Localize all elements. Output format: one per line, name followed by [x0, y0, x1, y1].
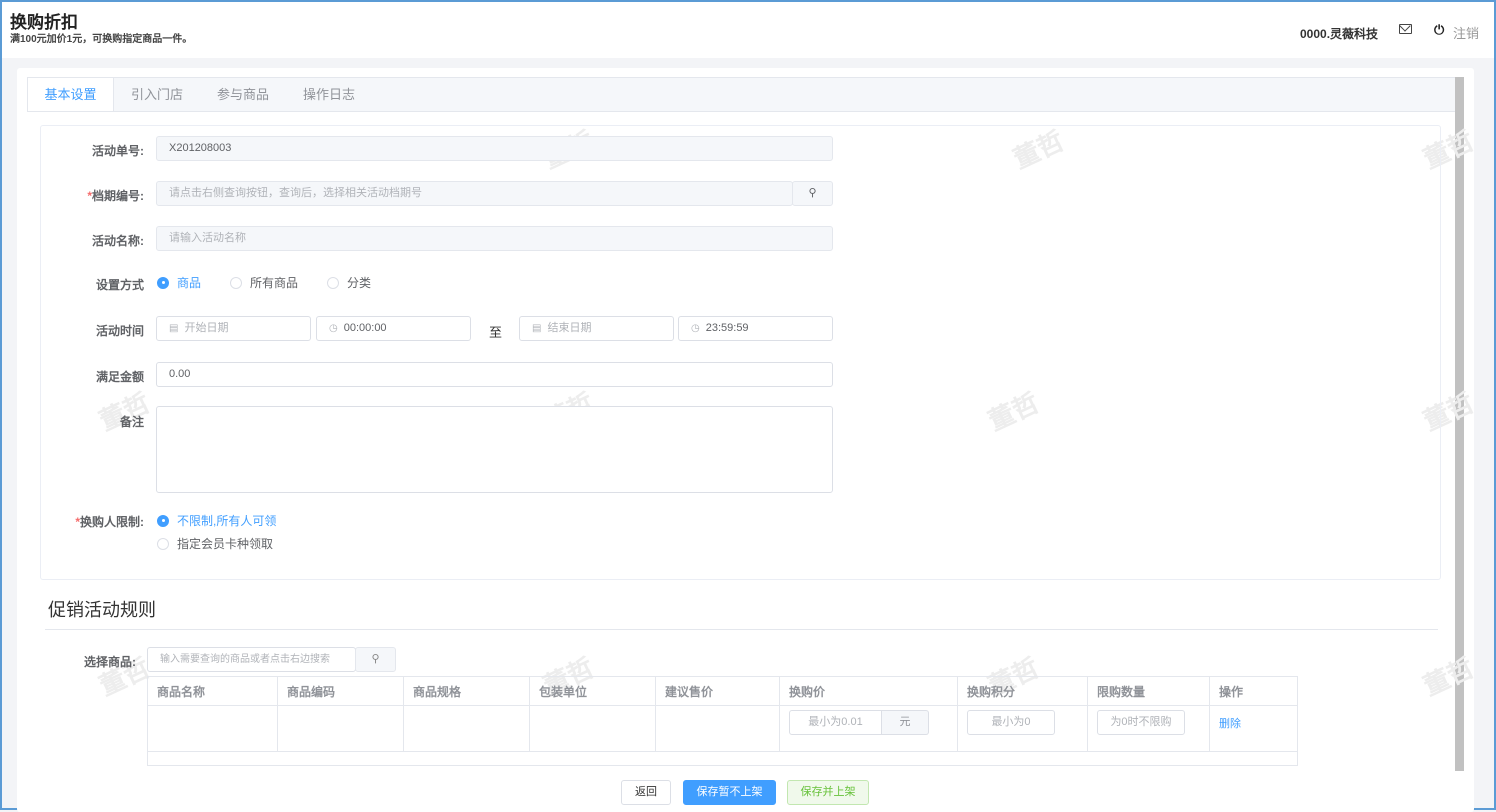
- search-icon: ⚲: [808, 187, 817, 199]
- set-mode-label: 设置方式: [95, 278, 144, 292]
- period-search-button[interactable]: ⚲: [792, 181, 833, 206]
- logout-link[interactable]: 注销: [1453, 23, 1479, 42]
- activity-time-label: 活动时间: [95, 324, 144, 338]
- col-header: 包装单位: [529, 676, 656, 706]
- period-no-field[interactable]: 请点击右侧查询按钮，查询后，选择相关活动档期号: [156, 181, 793, 206]
- save-draft-button[interactable]: 保存暂不上架: [683, 780, 776, 805]
- tab-products[interactable]: 参与商品: [200, 78, 286, 111]
- exchange-price-input[interactable]: 最小为0.01: [789, 710, 882, 735]
- buyer-limit-label: *换购人限制:: [75, 515, 144, 529]
- activity-no-label: 活动单号:: [92, 144, 144, 158]
- radio-no-limit[interactable]: 不限制,所有人可领: [157, 512, 276, 529]
- end-time-input[interactable]: ◷ 23:59:59: [678, 316, 833, 341]
- product-search-input[interactable]: 输入需要查询的商品或者点击右边搜索: [147, 647, 356, 672]
- radio-category[interactable]: 分类: [327, 274, 371, 291]
- remark-textarea[interactable]: [156, 406, 833, 493]
- page-subtitle: 满100元加价1元，可换购指定商品一件。: [10, 34, 193, 45]
- calendar-icon: ▤: [532, 323, 542, 334]
- col-header: 商品规格: [403, 676, 530, 706]
- delete-link[interactable]: 删除: [1219, 718, 1241, 730]
- amount-label: 满足金额: [95, 370, 144, 384]
- scrollbar[interactable]: [1455, 77, 1464, 771]
- activity-no-field: X201208003: [156, 136, 833, 161]
- rules-title: 促销活动规则: [48, 600, 156, 620]
- col-header: 换购积分: [957, 676, 1088, 706]
- tab-bar: 基本设置 引入门店 参与商品 操作日志: [27, 77, 1457, 112]
- exchange-points-input[interactable]: 最小为0: [967, 710, 1055, 735]
- clock-icon: ◷: [691, 323, 700, 334]
- radio-product[interactable]: 商品: [157, 274, 201, 291]
- amount-input[interactable]: 0.00: [156, 362, 833, 387]
- select-product-label: 选择商品:: [84, 655, 136, 669]
- remark-label: 备注: [119, 415, 144, 429]
- start-date-input[interactable]: ▤ 开始日期: [156, 316, 311, 341]
- purchase-limit-input[interactable]: 为0时不限购: [1097, 710, 1185, 735]
- product-search-button[interactable]: ⚲: [355, 647, 396, 672]
- col-header: 操作: [1209, 676, 1298, 706]
- col-header: 建议售价: [655, 676, 780, 706]
- end-date-input[interactable]: ▤ 结束日期: [519, 316, 674, 341]
- period-no-label: *档期编号:: [87, 189, 144, 203]
- tab-import-stores[interactable]: 引入门店: [114, 78, 200, 111]
- divider: [45, 629, 1438, 630]
- back-button[interactable]: 返回: [621, 780, 671, 805]
- to-separator: 至: [489, 325, 503, 340]
- radio-member-card[interactable]: 指定会员卡种领取: [157, 535, 273, 552]
- mail-icon[interactable]: [1399, 24, 1412, 34]
- search-icon: ⚲: [371, 653, 380, 665]
- power-icon[interactable]: ⏻: [1434, 22, 1444, 38]
- activity-name-input[interactable]: 请输入活动名称: [156, 226, 833, 251]
- calendar-icon: ▤: [169, 323, 179, 334]
- start-time-input[interactable]: ◷ 00:00:00: [316, 316, 471, 341]
- tab-operation-log[interactable]: 操作日志: [286, 78, 372, 111]
- activity-name-label: 活动名称:: [92, 234, 144, 248]
- products-table: 商品名称 商品编码 商品规格 包装单位 建议售价 换购价 换购积分 限购数量 操…: [147, 676, 1298, 766]
- col-header: 商品编码: [277, 676, 404, 706]
- radio-all-products[interactable]: 所有商品: [230, 274, 298, 291]
- table-row: 最小为0.01 元 最小为0 为0时不限购 删除: [147, 705, 1298, 752]
- tab-basic-settings[interactable]: 基本设置: [28, 78, 114, 111]
- company-name: 0000.灵薇科技: [1300, 27, 1379, 41]
- price-unit: 元: [882, 710, 929, 735]
- header: 换购折扣 满100元加价1元，可换购指定商品一件。 0000.灵薇科技 ⏻ 注销: [2, 2, 1494, 58]
- col-header: 限购数量: [1087, 676, 1210, 706]
- save-publish-button[interactable]: 保存并上架: [787, 780, 869, 805]
- clock-icon: ◷: [329, 323, 338, 334]
- col-header: 商品名称: [147, 676, 278, 706]
- col-header: 换购价: [779, 676, 958, 706]
